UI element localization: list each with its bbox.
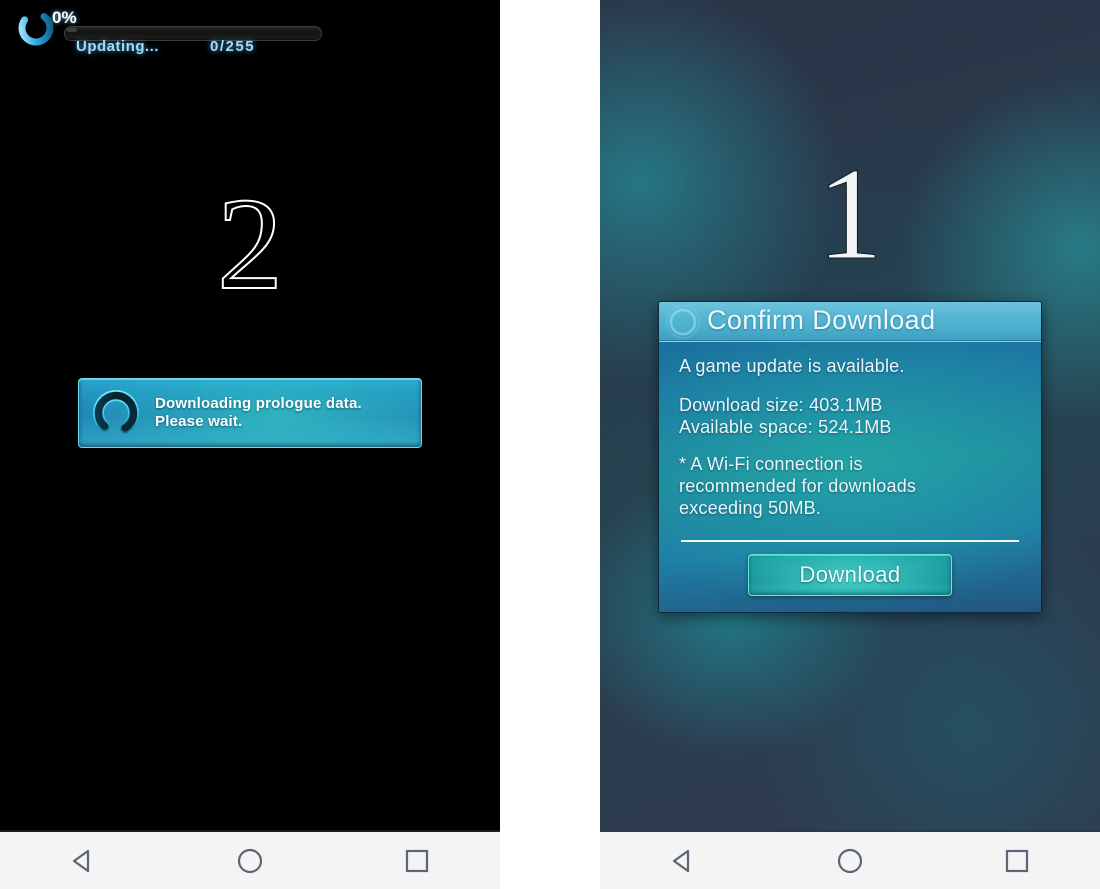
screen-step-1: 1 Confirm Download A game update is avai…	[600, 0, 1100, 830]
android-navigation-bar	[0, 830, 500, 889]
progress-count-label: 0/255	[210, 38, 256, 55]
square-recents-icon	[405, 849, 428, 872]
dialog-titlebar: Confirm Download	[659, 302, 1041, 341]
downloading-line-2: Please wait.	[155, 413, 243, 430]
triangle-back-icon	[73, 849, 90, 872]
dialog-body: A game update is available. Download siz…	[659, 341, 1041, 612]
screen-step-2: 0% Updating... 0/255 2 Downloading prolo…	[0, 0, 500, 830]
update-progress-hud: 0% Updating... 0/255	[0, 0, 340, 62]
nav-back-button[interactable]	[641, 837, 725, 885]
available-space-text: Available space: 524.1MB	[679, 416, 892, 437]
nav-home-button[interactable]	[208, 837, 292, 885]
dialog-title: Confirm Download	[707, 304, 936, 335]
step-numeral-2: 2	[216, 170, 284, 317]
downloading-line-1: Downloading prologue data.	[155, 394, 362, 412]
ring-decoration-icon	[666, 305, 700, 339]
circle-home-icon	[837, 848, 863, 873]
progress-status-label: Updating...	[76, 38, 159, 55]
circle-home-icon	[237, 848, 263, 873]
square-recents-icon	[1005, 849, 1028, 872]
download-button[interactable]: Download	[748, 553, 952, 596]
nav-recents-button[interactable]	[375, 837, 459, 885]
loading-ring-icon	[93, 390, 139, 436]
dual-screenshot-canvas: 0% Updating... 0/255 2 Downloading prolo…	[0, 0, 1100, 889]
confirm-download-dialog: Confirm Download A game update is availa…	[658, 301, 1042, 613]
download-size-text: Download size: 403.1MB	[679, 394, 883, 415]
downloading-notice-text: Downloading prologue data. Please wait.	[155, 395, 362, 432]
dialog-divider	[681, 539, 1019, 542]
dialog-intro-text: A game update is available.	[679, 356, 905, 376]
wifi-note-line-3: exceeding 50MB.	[679, 497, 822, 518]
triangle-back-icon	[673, 849, 690, 872]
android-navigation-bar	[600, 830, 1100, 889]
nav-back-button[interactable]	[41, 837, 125, 885]
nav-recents-button[interactable]	[975, 837, 1059, 885]
step-numeral-1: 1	[817, 140, 884, 287]
downloading-notice-panel: Downloading prologue data. Please wait.	[78, 378, 422, 448]
wifi-note-line-2: recommended for downloads	[679, 475, 917, 496]
progress-percent-label: 0%	[52, 8, 77, 27]
nav-home-button[interactable]	[808, 837, 892, 885]
wifi-note-line-1: * A Wi-Fi connection is	[679, 453, 863, 474]
